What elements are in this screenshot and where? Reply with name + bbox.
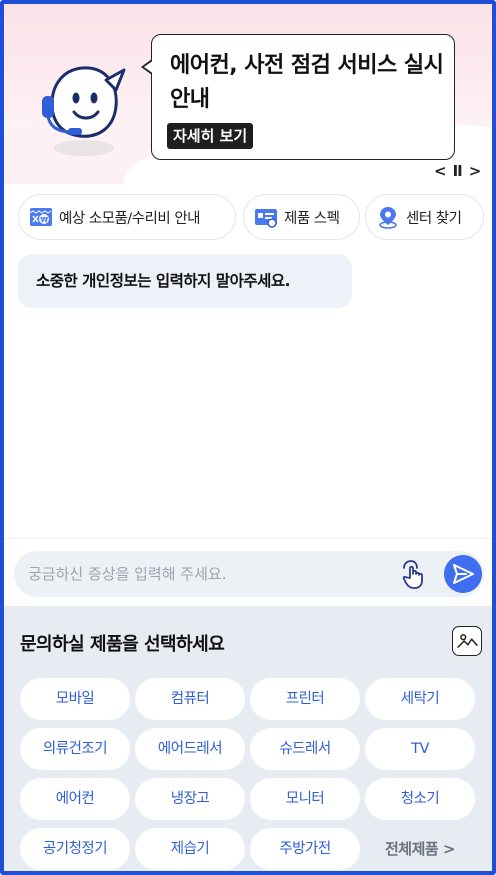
product-button-air-purifier[interactable]: 공기청정기 [20,828,130,870]
quick-link-cost[interactable]: ₩ 예상 소모품/수리비 안내 [18,194,236,240]
product-button-shoedresser[interactable]: 슈드레서 [250,728,360,770]
message-input[interactable] [28,551,388,597]
detail-button[interactable]: 자세히 보기 [167,123,254,149]
product-panel-title: 문의하실 제품을 선택하세요 [20,634,225,655]
product-selection-panel: 문의하실 제품을 선택하세요 모바일 컴퓨터 프린터 세탁기 의류건조기 에어드… [4,606,492,871]
product-button-vacuum[interactable]: 청소기 [365,778,475,820]
quick-link-spec[interactable]: 제품 스펙 [243,194,360,240]
quick-link-label: 센터 찾기 [406,210,462,227]
chatbot-mascot-icon [42,66,126,156]
product-button-mobile[interactable]: 모바일 [20,678,130,720]
product-button-dryer[interactable]: 의류건조기 [20,728,130,770]
product-button-refrigerator[interactable]: 냉장고 [135,778,245,820]
message-input-area [4,538,492,606]
location-pin-icon [379,207,397,229]
touch-hand-icon[interactable] [398,558,430,590]
product-button-monitor[interactable]: 모니터 [250,778,360,820]
slide-prev-button[interactable]: < [434,162,447,180]
product-button-washer[interactable]: 세탁기 [365,678,475,720]
product-button-computer[interactable]: 컴퓨터 [135,678,245,720]
product-button-printer[interactable]: 프린터 [250,678,360,720]
quick-link-label: 제품 스펙 [284,210,340,227]
product-button-dehumidifier[interactable]: 제습기 [135,828,245,870]
quick-link-center[interactable]: 센터 찾기 [365,194,484,240]
image-upload-icon[interactable] [452,626,482,656]
cost-icon: ₩ [29,208,52,226]
spec-card-icon [255,209,277,228]
promo-banner[interactable]: 에어컨, 사전 점검 서비스 실시 안내 자세히 보기 < II > [4,4,492,184]
product-button-kitchen[interactable]: 주방가전 [250,828,360,870]
chat-window: 에어컨, 사전 점검 서비스 실시 안내 자세히 보기 < II > ₩ 예상 … [0,0,496,875]
banner-speech-bubble: 에어컨, 사전 점검 서비스 실시 안내 자세히 보기 [141,34,455,160]
product-button-airdresser[interactable]: 에어드레서 [135,728,245,770]
privacy-notice-message: 소중한 개인정보는 입력하지 말아주세요. [18,254,352,308]
banner-title: 에어컨, 사전 점검 서비스 실시 안내 [170,53,444,112]
slide-pause-button[interactable]: II [453,162,463,180]
svg-text:₩: ₩ [40,216,48,224]
slide-next-button[interactable]: > [469,162,482,180]
product-button-aircon[interactable]: 에어컨 [20,778,130,820]
product-button-tv[interactable]: TV [365,728,475,770]
message-input-container [14,551,484,597]
send-button[interactable] [444,555,482,593]
quick-link-label: 예상 소모품/수리비 안내 [59,210,201,227]
all-products-link[interactable]: 전체제품 > [365,828,475,870]
slide-controls: < II > [434,162,482,180]
